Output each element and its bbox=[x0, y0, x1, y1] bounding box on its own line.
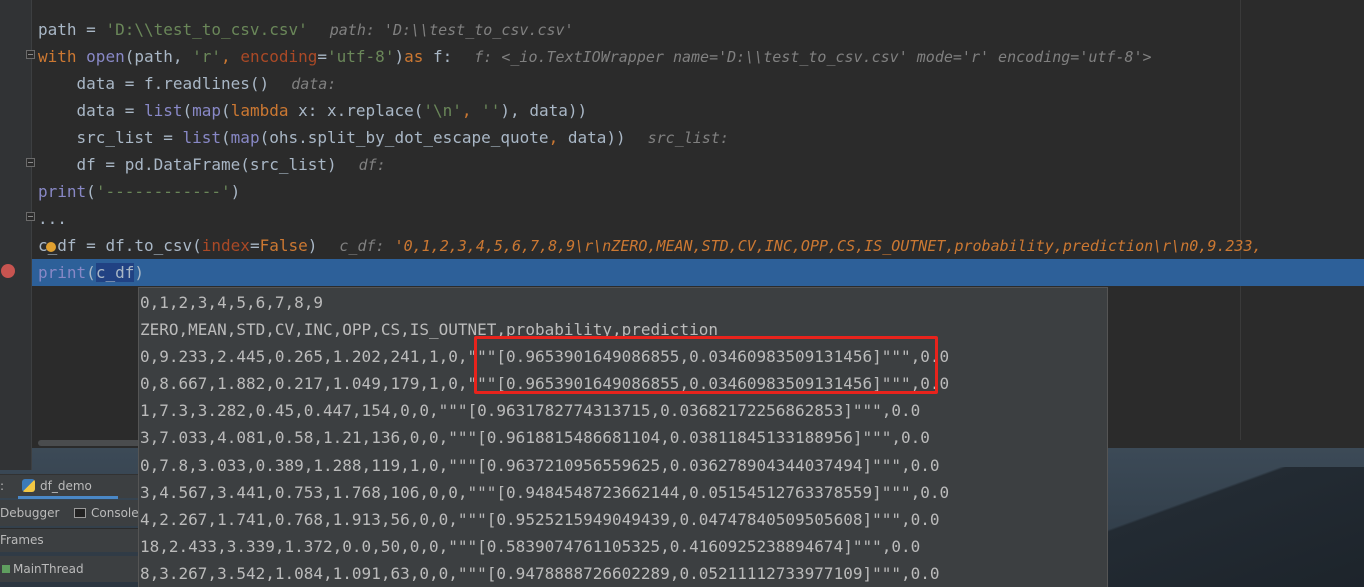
debug-subtabs: Debugger Console bbox=[0, 500, 140, 526]
code-token: data)) bbox=[567, 128, 626, 147]
debugger-label: Debugger bbox=[0, 506, 60, 520]
code-editor[interactable]: path = 'D:\\test_to_csv.csv' path: 'D:\\t… bbox=[32, 16, 1364, 286]
code-token: list bbox=[182, 128, 222, 147]
code-token: f: bbox=[433, 47, 453, 66]
tab-debugger[interactable]: Debugger bbox=[0, 500, 59, 526]
code-line[interactable]: path = 'D:\\test_to_csv.csv' path: 'D:\\t… bbox=[32, 16, 1364, 43]
code-line[interactable]: data = list(map(lambda x: x.replace('\n'… bbox=[32, 97, 1364, 124]
code-token: c_df bbox=[95, 263, 135, 282]
popup-line: 0,7.8,3.033,0.389,1.288,119,1,0,"""[0.96… bbox=[140, 455, 940, 475]
inline-value-hint: path: 'D:\\test_to_csv.csv' bbox=[329, 21, 574, 39]
inline-value-string: '0,1,2,3,4,5,6,7,8,9\r\nZERO,MEAN,STD,CV… bbox=[394, 237, 1262, 255]
code-line-current[interactable]: print(c_df) bbox=[32, 259, 1364, 286]
inline-value-hint: src_list: bbox=[647, 129, 729, 147]
inline-value-hint: f: <_io.TextIOWrapper name='D:\\test_to_… bbox=[474, 48, 1152, 66]
popup-line: 18,2.433,3.339,1.372,0.0,50,0,0,"""[0.58… bbox=[140, 536, 921, 556]
code-token: ( bbox=[221, 101, 231, 120]
code-token: ( bbox=[86, 263, 96, 282]
code-token: open bbox=[86, 47, 125, 66]
code-token: _df = df.to_csv( bbox=[47, 236, 202, 255]
inline-value-hint: data: bbox=[291, 75, 337, 93]
tab-df-demo[interactable]: df_demo bbox=[18, 475, 118, 499]
code-token: df = pd.DataFrame(src_list) bbox=[38, 155, 337, 174]
debug-tab-prefix: : bbox=[0, 479, 5, 493]
code-token: src_list = bbox=[38, 128, 183, 147]
code-token: ), data)) bbox=[500, 101, 588, 120]
code-token: , bbox=[548, 128, 568, 147]
python-icon bbox=[22, 479, 35, 492]
code-token: ) bbox=[394, 47, 405, 66]
code-token: , bbox=[461, 101, 482, 120]
code-token: ( bbox=[182, 101, 193, 120]
code-line[interactable]: print('------------') bbox=[32, 178, 1364, 205]
code-token: 'utf-8' bbox=[327, 47, 395, 66]
code-token: as bbox=[404, 47, 433, 66]
code-token: 'r' bbox=[192, 47, 222, 66]
popup-line: 3,4.567,3.441,0.753,1.768,106,0,0,"""[0.… bbox=[140, 482, 950, 502]
console-label: Console bbox=[91, 506, 139, 520]
code-token: x: x.replace( bbox=[298, 101, 424, 120]
code-token: ( bbox=[86, 182, 96, 201]
code-token: lambda bbox=[230, 101, 299, 120]
code-token: '------------' bbox=[95, 182, 231, 201]
variable-value-popup[interactable]: 0,1,2,3,4,5,6,7,8,9 ZERO,MEAN,STD,CV,INC,… bbox=[138, 287, 1108, 587]
code-line[interactable]: c_df = df.to_csv(index=False) c_df: '0,1,2… bbox=[32, 232, 1364, 259]
code-line[interactable]: data = f.readlines() data: bbox=[32, 70, 1364, 97]
code-token: False bbox=[259, 236, 308, 255]
code-token: path = bbox=[38, 20, 106, 39]
code-token: '\n' bbox=[423, 101, 462, 120]
code-token: list bbox=[143, 101, 183, 120]
frames-label: Frames bbox=[0, 533, 44, 547]
inline-value-hint: df: bbox=[358, 156, 386, 174]
code-token: (ohs.split_by_dot_escape_quote bbox=[259, 128, 549, 147]
debug-tab-bar: : df_demo bbox=[0, 474, 140, 499]
code-token: print bbox=[38, 182, 87, 201]
popup-line: 1,7.3,3.282,0.45,0.447,154,0,0,"""[0.963… bbox=[140, 401, 921, 421]
popup-line: 0,8.667,1.882,0.217,1.049,179,1,0,"""[0.… bbox=[140, 374, 950, 394]
code-token: (path, bbox=[124, 47, 193, 66]
frames-header: Frames bbox=[0, 528, 140, 552]
code-token: ) bbox=[307, 236, 318, 255]
tab-label: df_demo bbox=[40, 479, 92, 493]
popup-line: 4,2.267,1.741,0.768,1.913,56,0,0,"""[0.9… bbox=[140, 509, 940, 529]
popup-text[interactable]: 0,1,2,3,4,5,6,7,8,9 ZERO,MEAN,STD,CV,INC,… bbox=[140, 289, 1100, 587]
popup-line: ZERO,MEAN,STD,CV,INC,OPP,CS,IS_OUTNET,pr… bbox=[140, 320, 718, 340]
thread-selector[interactable]: MainThread bbox=[0, 556, 140, 582]
code-token: , bbox=[221, 47, 241, 66]
code-token: index bbox=[201, 236, 250, 255]
console-icon bbox=[74, 508, 86, 518]
code-token: map bbox=[192, 101, 222, 120]
code-line[interactable]: df = pd.DataFrame(src_list) df: bbox=[32, 151, 1364, 178]
code-token: ... bbox=[38, 209, 67, 228]
code-token: = bbox=[249, 236, 260, 255]
code-line[interactable]: ... bbox=[32, 205, 1364, 232]
popup-line: 0,1,2,3,4,5,6,7,8,9 bbox=[140, 293, 324, 312]
code-token: map bbox=[230, 128, 260, 147]
editor-gutter[interactable] bbox=[0, 0, 35, 470]
code-line[interactable]: src_list = list(map(ohs.split_by_dot_esc… bbox=[32, 124, 1364, 151]
breakpoint-icon[interactable] bbox=[1, 264, 15, 278]
thread-label: MainThread bbox=[13, 562, 84, 576]
code-token: '' bbox=[481, 101, 501, 120]
popup-line: 8,3.267,3.542,1.084,1.091,63,0,0,"""[0.9… bbox=[140, 563, 940, 583]
code-token: ) bbox=[230, 182, 241, 201]
popup-line: 3,7.033,4.081,0.58,1.21,136,0,0,"""[0.96… bbox=[140, 428, 930, 448]
code-token: ) bbox=[134, 263, 144, 282]
code-token: = bbox=[317, 47, 328, 66]
ide-window: path = 'D:\\test_to_csv.csv' path: 'D:\\t… bbox=[0, 0, 1364, 587]
code-token: data = f.readlines() bbox=[38, 74, 270, 93]
code-line[interactable]: with open(path, 'r', encoding='utf-8')as… bbox=[32, 43, 1364, 70]
code-token: with bbox=[38, 47, 87, 66]
code-token: print bbox=[38, 263, 87, 282]
code-token: encoding bbox=[240, 47, 318, 66]
code-token: data = bbox=[38, 101, 144, 120]
tab-console[interactable]: Console bbox=[74, 500, 139, 526]
code-token: 'D:\\test_to_csv.csv' bbox=[105, 20, 308, 39]
code-token: ( bbox=[221, 128, 231, 147]
thread-icon bbox=[2, 565, 10, 573]
popup-line: 0,9.233,2.445,0.265,1.202,241,1,0,"""[0.… bbox=[140, 347, 950, 367]
inline-value-hint: c_df: bbox=[339, 237, 385, 255]
